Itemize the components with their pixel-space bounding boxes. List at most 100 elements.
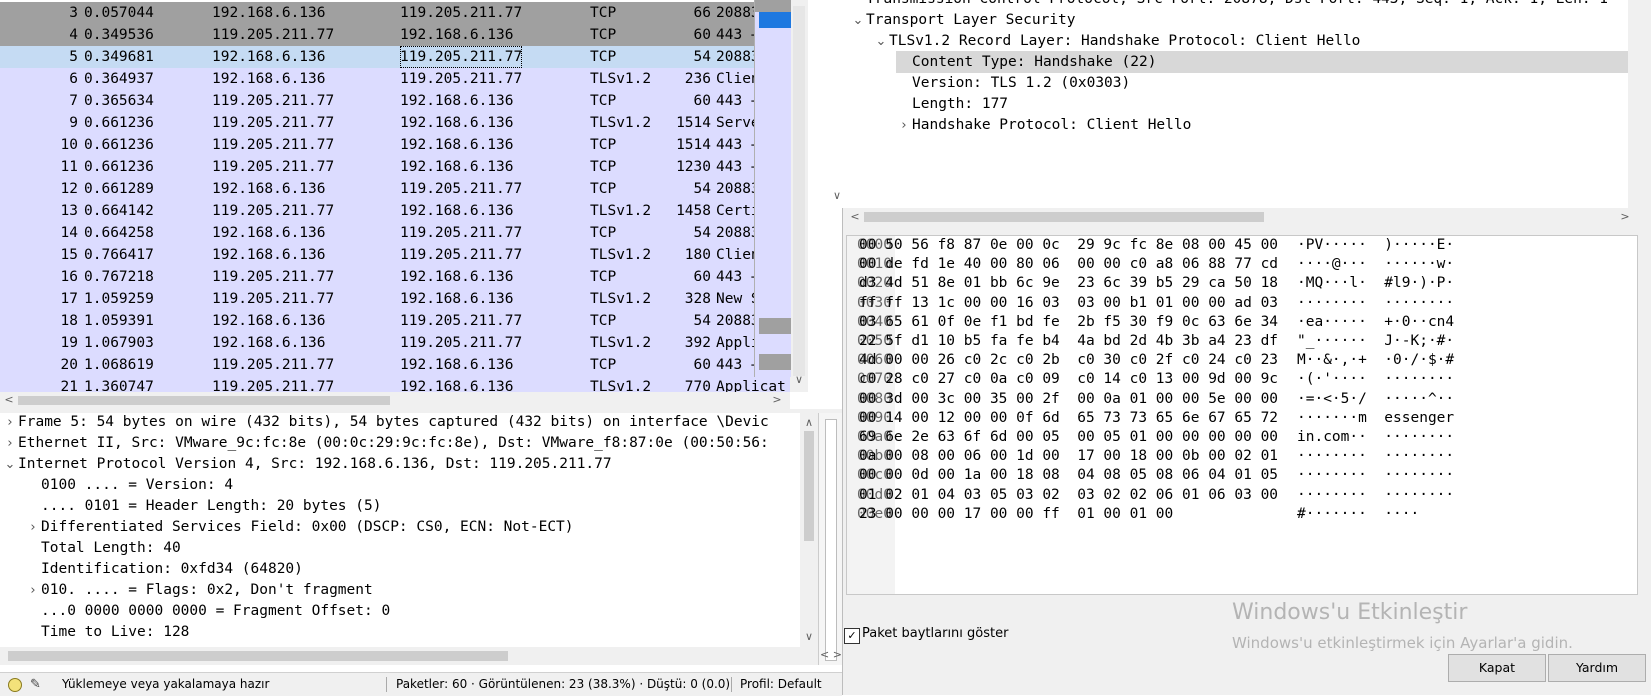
packet-cell-time: 0.364937 xyxy=(84,71,154,87)
hex-row[interactable]: 00e0 23 00 00 00 17 00 00 ff 01 00 01 00 #… xyxy=(847,504,1637,524)
detail-row[interactable]: Identification: 0xfd34 (64820) xyxy=(25,558,303,580)
packet-row[interactable]: 12 0.661289 192.168.6.136 119.205.211.77 TCP… xyxy=(0,178,790,200)
packet-cell-proto: TCP xyxy=(590,313,617,329)
detail-row[interactable]: › Frame 5: 54 bytes on wire (432 bits), 5… xyxy=(2,413,768,434)
hex-row[interactable]: 0080 00 3d 00 3c 00 35 00 2f 00 0a 01 00 … xyxy=(847,389,1637,409)
detail-row[interactable]: › 010. .... = Flags: 0x2, Don't fragment xyxy=(25,579,372,602)
expand-arrow-icon[interactable]: › xyxy=(896,115,912,137)
detail-row[interactable]: › Handshake Protocol: Client Hello xyxy=(896,114,1191,136)
detail-text: 0100 .... = Version: 4 xyxy=(41,477,234,493)
detail-row[interactable]: › Ethernet II, Src: VMware_9c:fc:8e (00:0… xyxy=(2,432,768,455)
detail-text: Differentiated Services Field: 0x00 (DSC… xyxy=(41,519,574,535)
hex-row[interactable]: 00a0 69 6e 2e 63 6f 6d 00 05 00 05 01 00 … xyxy=(847,427,1637,447)
packet-details-right[interactable]: Transmission Control Protocol, Src Port:… xyxy=(846,0,1628,208)
detail-row[interactable]: ...0 0000 0000 0000 = Fragment Offset: 0 xyxy=(25,600,390,622)
packet-row[interactable]: 11 0.661236 119.205.211.77 192.168.6.136 TCP… xyxy=(0,156,790,178)
packet-cell-proto: TCP xyxy=(590,357,617,373)
packet-cell-dst: 192.168.6.136 xyxy=(400,357,514,373)
detail-row[interactable]: ⌄ Transport Layer Security xyxy=(850,9,1076,31)
packet-cell-no: 13 xyxy=(60,203,78,219)
help-button[interactable]: Yardım xyxy=(1548,654,1646,682)
collapse-arrow-icon[interactable]: ⌄ xyxy=(873,31,889,53)
hex-row[interactable]: 0000 00 50 56 f8 87 0e 00 0c 29 9c fc 8e … xyxy=(847,236,1637,255)
hex-pane[interactable]: 0000 00 50 56 f8 87 0e 00 0c 29 9c fc 8e … xyxy=(846,235,1638,595)
expand-arrow-icon[interactable]: › xyxy=(2,413,18,434)
detail-row[interactable]: 0100 .... = Version: 4 xyxy=(25,474,233,496)
packet-row[interactable]: 6 0.364937 192.168.6.136 119.205.211.77 TLSv… xyxy=(0,68,790,90)
packet-row[interactable]: 20 1.068619 119.205.211.77 192.168.6.136 TCP… xyxy=(0,354,790,376)
packet-row[interactable]: 5 0.349681 192.168.6.136 119.205.211.77 TCP 5… xyxy=(0,46,790,68)
status-profile-text[interactable]: Profil: Default xyxy=(740,673,822,696)
expand-arrow-icon[interactable]: › xyxy=(2,433,18,455)
packet-row[interactable]: 18 1.059391 192.168.6.136 119.205.211.77 TCP… xyxy=(0,310,790,332)
packet-list-hscroll[interactable]: < > xyxy=(0,392,790,409)
packet-row[interactable]: 13 0.664142 119.205.211.77 192.168.6.136 TLS… xyxy=(0,200,790,222)
hex-row[interactable]: 0030 ff ff 13 1c 00 00 16 03 03 00 b1 01 … xyxy=(847,293,1637,313)
edit-comment-icon[interactable]: ✎ xyxy=(30,673,41,696)
scroll-down-icon[interactable]: ∨ xyxy=(790,374,808,386)
packet-cell-dst: 119.205.211.77 xyxy=(400,181,523,197)
packet-cell-time: 0.661236 xyxy=(84,159,154,175)
detail-row[interactable]: Total Length: 40 xyxy=(25,537,181,559)
packet-cell-src: 119.205.211.77 xyxy=(212,269,335,285)
packet-row[interactable]: 17 1.059259 119.205.211.77 192.168.6.136 TLS… xyxy=(0,288,790,310)
show-packet-bytes-checkbox[interactable]: ✓ xyxy=(844,628,860,644)
details-left-hscroll[interactable] xyxy=(0,647,818,665)
hex-row[interactable]: 0020 d3 4d 51 8e 01 bb 6c 9e 23 6c 39 b5 … xyxy=(847,273,1637,293)
packet-cell-time: 0.664142 xyxy=(84,203,154,219)
detail-row[interactable]: Version: TLS 1.2 (0x0303) xyxy=(896,72,1130,94)
packet-row[interactable]: 7 0.365634 119.205.211.77 192.168.6.136 TCP 6… xyxy=(0,90,790,112)
hex-row[interactable]: 00b0 0a 00 08 00 06 00 1d 00 17 00 18 00 … xyxy=(847,446,1637,466)
hex-row[interactable]: 0060 4d 00 00 26 c0 2c c0 2b c0 30 c0 2f … xyxy=(847,350,1637,370)
packet-list-scrollbar[interactable]: ∨ xyxy=(790,0,808,392)
packet-row[interactable]: 15 0.766417 192.168.6.136 119.205.211.77 TLS… xyxy=(0,244,790,266)
packet-list[interactable]: 3 0.057044 192.168.6.136 119.205.211.77 TCP 6… xyxy=(0,0,790,392)
hex-row[interactable]: 0040 03 65 61 0f 0e f1 bd fe 2b f5 30 f9 … xyxy=(847,312,1637,332)
packet-cell-dst: 119.205.211.77 xyxy=(400,335,523,351)
collapse-arrow-icon[interactable]: ⌄ xyxy=(2,454,18,476)
packet-row[interactable]: 3 0.057044 192.168.6.136 119.205.211.77 TCP 6… xyxy=(0,2,790,24)
packet-cell-src: 192.168.6.136 xyxy=(212,181,326,197)
packet-cell-dst: 119.205.211.77 xyxy=(400,225,523,241)
packet-row[interactable]: 19 1.067903 192.168.6.136 119.205.211.77 TLS… xyxy=(0,332,790,354)
details-right-vscroll[interactable]: ∨ xyxy=(828,0,846,208)
packet-cell-dst: 192.168.6.136 xyxy=(400,27,514,43)
detail-row[interactable]: ⌄ TLSv1.2 Record Layer: Handshake Protoco… xyxy=(873,30,1361,53)
packet-cell-src: 119.205.211.77 xyxy=(212,93,335,109)
detail-row[interactable]: Content Type: Handshake (22) xyxy=(896,51,1628,73)
hex-row[interactable]: 0050 22 5f d1 10 b5 fa fe b4 4a bd 2d 4b … xyxy=(847,331,1637,351)
details-right-hscroll[interactable]: < > xyxy=(846,208,1636,226)
detail-row[interactable]: Time to Live: 128 xyxy=(25,621,189,643)
hex-row[interactable]: 00d0 01 02 01 04 03 05 03 02 03 02 02 06 … xyxy=(847,485,1637,505)
detail-text: Length: 177 xyxy=(912,96,1009,112)
detail-row[interactable]: Length: 177 xyxy=(896,93,1008,115)
expand-arrow-icon[interactable]: › xyxy=(25,580,41,602)
hex-row[interactable]: 00c0 00 00 0d 00 1a 00 18 08 04 08 05 08 … xyxy=(847,465,1637,485)
packet-row[interactable]: 21 1.360747 119.205.211.77 192.168.6.136 TLS… xyxy=(0,376,790,392)
detail-row[interactable]: .... 0101 = Header Length: 20 bytes (5) xyxy=(25,495,381,517)
packet-cell-no: 5 xyxy=(69,49,78,65)
packet-row[interactable]: 9 0.661236 119.205.211.77 192.168.6.136 TLSv… xyxy=(0,112,790,134)
hex-row[interactable]: 0010 00 de fd 1e 40 00 80 06 00 00 c0 a8 … xyxy=(847,254,1637,274)
hex-row[interactable]: 0090 00 14 00 12 00 00 0f 6d 65 73 73 65 … xyxy=(847,408,1637,428)
packet-row[interactable]: 4 0.349536 119.205.211.77 192.168.6.136 TCP 6… xyxy=(0,24,790,46)
details-left-vscroll[interactable]: ∧ ∨ xyxy=(800,413,818,647)
packet-details-left[interactable]: › Frame 5: 54 bytes on wire (432 bits), 5… xyxy=(0,413,800,647)
packet-cell-time: 1.360747 xyxy=(84,379,154,392)
hex-row[interactable]: 0070 c0 28 c0 27 c0 0a c0 09 c0 14 c0 13 … xyxy=(847,369,1637,389)
close-button[interactable]: Kapat xyxy=(1448,654,1546,682)
expand-arrow-icon[interactable]: › xyxy=(25,517,41,539)
detail-row[interactable]: › Differentiated Services Field: 0x00 (DS… xyxy=(25,516,574,539)
packet-row[interactable]: 14 0.664258 192.168.6.136 119.205.211.77 TCP… xyxy=(0,222,790,244)
hex-hex: 4d 00 00 26 c0 2c c0 2b c0 30 c0 2f c0 2… xyxy=(859,352,1279,369)
packet-cell-time: 0.661236 xyxy=(84,137,154,153)
collapse-arrow-icon[interactable]: ⌄ xyxy=(850,10,866,32)
packet-cell-time: 0.661289 xyxy=(84,181,154,197)
packet-cell-time: 0.767218 xyxy=(84,269,154,285)
packet-row[interactable]: 16 0.767218 119.205.211.77 192.168.6.136 TCP… xyxy=(0,266,790,288)
packet-cell-src: 119.205.211.77 xyxy=(212,379,335,392)
detail-row[interactable]: ⌄ Internet Protocol Version 4, Src: 192.1… xyxy=(2,453,612,475)
scroll-right-icon[interactable]: > xyxy=(770,394,784,406)
scroll-left-icon[interactable]: < xyxy=(2,394,16,406)
packet-row[interactable]: 10 0.661236 119.205.211.77 192.168.6.136 TCP… xyxy=(0,134,790,156)
